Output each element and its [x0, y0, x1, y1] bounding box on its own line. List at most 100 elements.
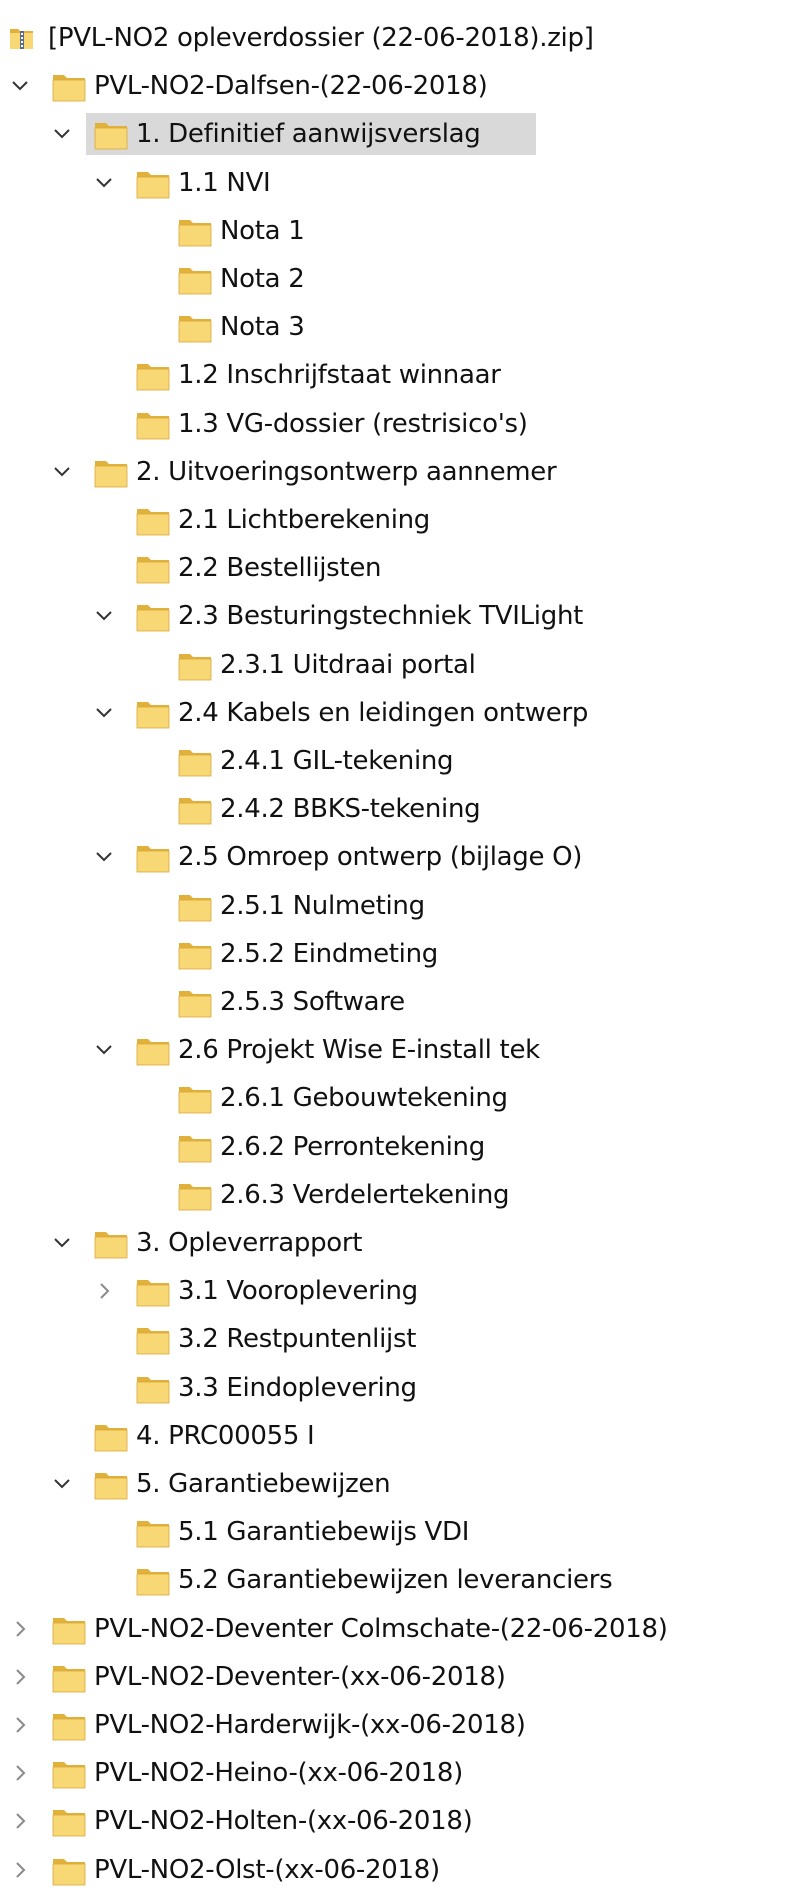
zip-folder-icon: [6, 22, 38, 54]
tree-item-label: 2.1 Lichtberekening: [178, 505, 431, 535]
tree-row[interactable]: PVL-NO2-Dalfsen-(22-06-2018): [0, 64, 800, 108]
tree-row[interactable]: 1.2 Inschrijfstaat winnaar: [0, 353, 800, 397]
chevron-right-icon[interactable]: [8, 1761, 32, 1785]
tree-row[interactable]: 2.4.2 BBKS-tekening: [0, 787, 800, 831]
folder-icon: [134, 164, 172, 202]
folder-icon: [92, 1417, 130, 1455]
tree-row[interactable]: 1.1 NVI: [0, 161, 800, 205]
tree-row[interactable]: 2. Uitvoeringsontwerp aannemer: [0, 450, 800, 494]
tree-row[interactable]: 2.6 Projekt Wise E-install tek: [0, 1028, 800, 1072]
chevron-down-icon[interactable]: [92, 171, 116, 195]
folder-icon: [176, 742, 214, 780]
folder-icon: [50, 1802, 88, 1840]
chevron-right-icon[interactable]: [92, 1279, 116, 1303]
tree-row[interactable]: 2.6.1 Gebouwtekening: [0, 1076, 800, 1120]
chevron-down-icon[interactable]: [92, 701, 116, 725]
folder-icon: [176, 1128, 214, 1166]
tree-item-label: 2.6.2 Perrontekening: [220, 1131, 485, 1162]
tree-row[interactable]: 2.3 Besturingstechniek TVILight: [0, 594, 800, 638]
tree-row[interactable]: [PVL-NO2 opleverdossier (22-06-2018).zip…: [0, 16, 800, 60]
tree-row[interactable]: 5.2 Garantiebewijzen leveranciers: [0, 1558, 800, 1602]
tree-item-label: PVL-NO2-Dalfsen-(22-06-2018): [94, 71, 488, 102]
chevron-down-icon[interactable]: [50, 1231, 74, 1255]
tree-row[interactable]: 2.4 Kabels en leidingen ontwerp: [0, 691, 800, 735]
folder-icon: [176, 1079, 214, 1117]
tree-row[interactable]: Nota 1: [0, 209, 800, 253]
tree-row[interactable]: PVL-NO2-Holten-(xx-06-2018): [0, 1799, 800, 1843]
tree-row[interactable]: 2.5.2 Eindmeting: [0, 932, 800, 976]
chevron-right-icon[interactable]: [8, 1809, 32, 1833]
tree-item-label: 2.6 Projekt Wise E-install tek: [178, 1035, 540, 1066]
folder-icon: [134, 356, 172, 394]
tree-row[interactable]: 5.1 Garantiebewijs VDI: [0, 1510, 800, 1554]
tree-item-label: PVL-NO2-Harderwijk-(xx-06-2018): [94, 1710, 526, 1740]
chevron-down-icon[interactable]: [92, 1038, 116, 1062]
tree-item-label: Nota 3: [220, 312, 305, 343]
tree-row[interactable]: 1.3 VG-dossier (restrisico's): [0, 402, 800, 446]
tree-row[interactable]: 2.5 Omroep ontwerp (bijlage O): [0, 835, 800, 879]
tree-item-label: 2.6.1 Gebouwtekening: [220, 1083, 508, 1114]
tree-row[interactable]: 5. Garantiebewijzen: [0, 1462, 800, 1506]
tree-row[interactable]: 2.5.3 Software: [0, 980, 800, 1024]
tree-item-label: 2.5.1 Nulmeting: [220, 890, 425, 921]
tree-item-label: PVL-NO2-Deventer-(xx-06-2018): [94, 1661, 506, 1692]
tree-row[interactable]: 2.6.2 Perrontekening: [0, 1125, 800, 1169]
folder-icon: [134, 838, 172, 876]
tree-row[interactable]: PVL-NO2-Deventer-(xx-06-2018): [0, 1655, 800, 1699]
tree-row[interactable]: 2.2 Bestellijsten: [0, 546, 800, 590]
chevron-down-icon[interactable]: [92, 845, 116, 869]
chevron-right-icon[interactable]: [8, 1858, 32, 1882]
folder-icon: [134, 1369, 172, 1407]
tree-item-label: 2.3 Besturingstechniek TVILight: [178, 601, 584, 632]
tree-item-label: [PVL-NO2 opleverdossier (22-06-2018).zip…: [48, 23, 594, 53]
folder-icon: [176, 887, 214, 925]
tree-item-label: 2.5 Omroep ontwerp (bijlage O): [178, 842, 583, 873]
tree-row[interactable]: 2.1 Lichtberekening: [0, 498, 800, 542]
tree-row[interactable]: PVL-NO2-Deventer Colmschate-(22-06-2018): [0, 1607, 800, 1651]
tree-row[interactable]: Nota 3: [0, 305, 800, 349]
tree-row[interactable]: 2.5.1 Nulmeting: [0, 884, 800, 928]
folder-icon: [50, 1658, 88, 1696]
tree-item-label: Nota 2: [220, 264, 305, 294]
tree-item-label: 3.2 Restpuntenlijst: [178, 1324, 417, 1355]
tree-row[interactable]: PVL-NO2-Heino-(xx-06-2018): [0, 1751, 800, 1795]
tree-item-label: 1.3 VG-dossier (restrisico's): [178, 408, 528, 439]
folder-icon: [92, 1224, 130, 1262]
tree-item-label: 2. Uitvoeringsontwerp aannemer: [136, 456, 557, 487]
chevron-right-icon[interactable]: [8, 1713, 32, 1737]
folder-icon: [50, 1851, 88, 1889]
tree-row[interactable]: 4. PRC00055 I: [0, 1414, 800, 1458]
tree-item-label: 5.1 Garantiebewijs VDI: [178, 1517, 470, 1548]
chevron-down-icon[interactable]: [50, 1472, 74, 1496]
folder-icon: [134, 549, 172, 587]
tree-item-label: 3.1 Vooroplevering: [178, 1276, 418, 1307]
tree-row[interactable]: 3.1 Vooroplevering: [0, 1269, 800, 1313]
folder-icon: [134, 694, 172, 732]
tree-row[interactable]: 3.3 Eindoplevering: [0, 1366, 800, 1410]
chevron-down-icon[interactable]: [50, 460, 74, 484]
chevron-down-icon[interactable]: [50, 122, 74, 146]
tree-row[interactable]: PVL-NO2-Harderwijk-(xx-06-2018): [0, 1703, 800, 1747]
chevron-right-icon[interactable]: [8, 1665, 32, 1689]
tree-row[interactable]: Nota 2: [0, 257, 800, 301]
tree-row[interactable]: 1. Definitief aanwijsverslag: [0, 112, 800, 156]
chevron-right-icon[interactable]: [8, 1617, 32, 1641]
tree-item-label: PVL-NO2-Olst-(xx-06-2018): [94, 1854, 440, 1885]
chevron-down-icon[interactable]: [8, 74, 32, 98]
tree-row[interactable]: 3. Opleverrapport: [0, 1221, 800, 1265]
tree-item-label: Nota 1: [220, 215, 305, 246]
tree-row[interactable]: 2.4.1 GIL-tekening: [0, 739, 800, 783]
chevron-down-icon[interactable]: [92, 604, 116, 628]
tree-row[interactable]: PVL-NO2-Olst-(xx-06-2018): [0, 1848, 800, 1892]
tree-item-label: 4. PRC00055 I: [136, 1420, 315, 1451]
folder-icon: [176, 935, 214, 973]
tree-row[interactable]: 2.3.1 Uitdraai portal: [0, 643, 800, 687]
folder-icon: [50, 67, 88, 105]
tree-row[interactable]: 3.2 Restpuntenlijst: [0, 1317, 800, 1361]
folder-icon: [50, 1754, 88, 1792]
tree-row[interactable]: 2.6.3 Verdelertekening: [0, 1173, 800, 1217]
tree-item-label: 5. Garantiebewijzen: [136, 1469, 391, 1499]
folder-icon: [134, 501, 172, 539]
tree-item-label: PVL-NO2-Holten-(xx-06-2018): [94, 1806, 473, 1837]
tree-item-label: 3.3 Eindoplevering: [178, 1372, 417, 1403]
